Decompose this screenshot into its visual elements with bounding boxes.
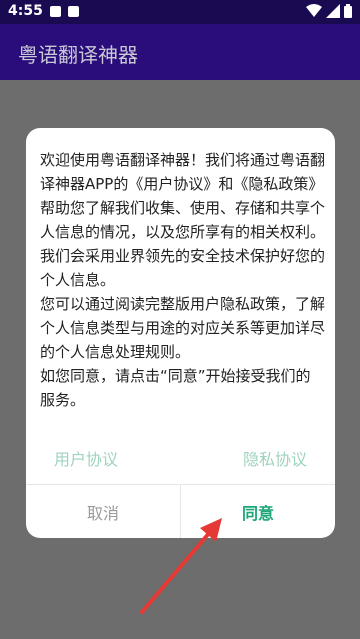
battery-icon bbox=[344, 4, 352, 18]
dialog-paragraph: 欢迎使用粤语翻译神器！我们将通过粤语翻译神器APP的《用户协议》和《隐私政策》帮… bbox=[40, 151, 326, 241]
app-title: 粤语翻译神器 bbox=[18, 43, 138, 67]
wifi-icon bbox=[306, 4, 322, 17]
app-bar: 粤语翻译神器 bbox=[0, 24, 360, 80]
policy-links: 用户协议 隐私协议 bbox=[26, 446, 335, 476]
privacy-policy-link[interactable]: 隐私协议 bbox=[243, 446, 307, 470]
status-bar: 4:55 bbox=[0, 0, 360, 24]
notification-icon bbox=[50, 6, 61, 17]
arrow-annotation bbox=[140, 518, 222, 614]
notification-icon bbox=[68, 6, 79, 17]
dialog-paragraph: 您可以通过阅读完整版用户隐私政策，了解个人信息类型与用途的对应关系等更加详尽的个… bbox=[40, 295, 326, 361]
dialog-body: 欢迎使用粤语翻译神器！我们将通过粤语翻译神器APP的《用户协议》和《隐私政策》帮… bbox=[40, 148, 325, 412]
dialog-paragraph: 我们会采用业界领先的安全技术保护好您的个人信息。 bbox=[40, 247, 326, 289]
signal-icon bbox=[326, 4, 340, 18]
status-time: 4:55 bbox=[8, 3, 43, 19]
dialog-paragraph: 如您同意，请点击“同意”开始接受我们的服务。 bbox=[40, 367, 311, 409]
user-agreement-link[interactable]: 用户协议 bbox=[54, 446, 118, 470]
privacy-dialog: 欢迎使用粤语翻译神器！我们将通过粤语翻译神器APP的《用户协议》和《隐私政策》帮… bbox=[26, 128, 335, 538]
